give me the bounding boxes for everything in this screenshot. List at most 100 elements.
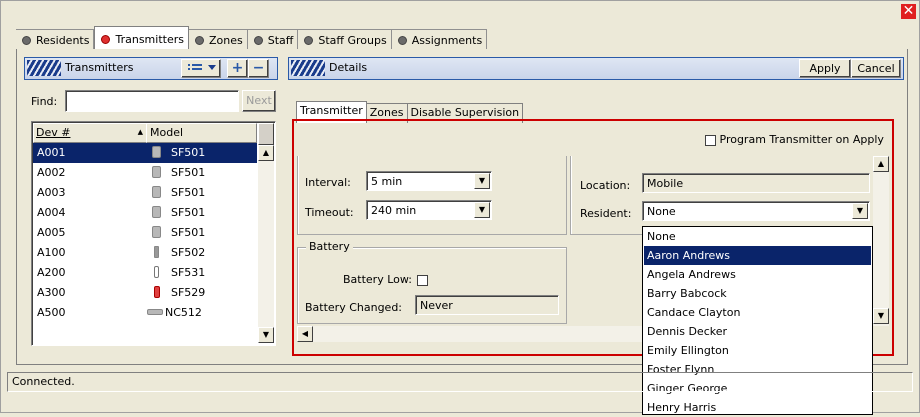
column-header-dev[interactable]: Dev # ▲ xyxy=(33,123,147,143)
pull-cord-icon xyxy=(154,266,159,278)
view-options-button[interactable] xyxy=(181,59,221,78)
remove-transmitter-button[interactable]: − xyxy=(248,59,269,78)
dev-cell: A300 xyxy=(37,286,66,299)
scroll-up-button[interactable]: ▲ xyxy=(873,156,889,172)
model-cell: SF501 xyxy=(171,166,206,179)
dropdown-option[interactable]: None xyxy=(644,227,871,246)
dropdown-option[interactable]: Barry Babcock xyxy=(644,284,871,303)
main-tabs: Residents Transmitters Zones Staff Staff… xyxy=(16,26,488,51)
battery-group-title: Battery xyxy=(306,240,353,253)
resident-select[interactable]: None ▼ xyxy=(642,201,870,221)
header-stripes-icon xyxy=(27,60,61,76)
checkbox-label: Program Transmitter on Apply xyxy=(719,133,884,146)
battery-low-checkbox[interactable] xyxy=(417,273,428,286)
table-row[interactable]: A100 SF502 xyxy=(33,243,257,263)
battery-changed-field: Never xyxy=(415,295,559,315)
dev-cell: A001 xyxy=(37,146,66,159)
chevron-down-icon[interactable]: ▼ xyxy=(474,202,490,218)
resident-label: Resident: xyxy=(580,207,632,220)
table-row[interactable]: A002 SF501 xyxy=(33,163,257,183)
details-vscroll[interactable]: ▲ ▼ xyxy=(873,156,889,326)
dropdown-option[interactable]: Angela Andrews xyxy=(644,265,871,284)
panic-button-icon xyxy=(154,286,160,298)
dropdown-option[interactable]: Emily Ellington xyxy=(644,341,871,360)
close-icon[interactable]: ✕ xyxy=(901,4,916,19)
table-row[interactable]: A004 SF501 xyxy=(33,203,257,223)
apply-button[interactable]: Apply xyxy=(799,59,851,78)
dev-cell: A500 xyxy=(37,306,66,319)
pendant-icon xyxy=(152,186,161,198)
details-panel-header: Details Apply Cancel xyxy=(288,57,904,80)
dropdown-option[interactable]: Dennis Decker xyxy=(644,322,871,341)
column-header-model[interactable]: Model xyxy=(146,123,257,143)
tab-assignments[interactable]: Assignments xyxy=(391,29,488,51)
scroll-left-button[interactable]: ◀ xyxy=(297,326,313,342)
tab-dot-icon xyxy=(253,36,263,45)
scroll-up-button[interactable]: ▲ xyxy=(258,145,274,161)
table-row[interactable]: A001 SF501 xyxy=(33,143,257,163)
pendant-icon xyxy=(152,226,161,238)
checkbox-icon xyxy=(417,274,428,286)
model-cell: SF501 xyxy=(171,226,206,239)
chevron-down-icon[interactable]: ▼ xyxy=(474,173,490,189)
panel-title: Transmitters xyxy=(65,61,134,74)
model-cell: SF529 xyxy=(171,286,206,299)
transmitter-list[interactable]: Dev # ▲ Model A001 SF501 A002 SF501 A003 SF5… xyxy=(31,121,276,346)
dropdown-option[interactable]: Candace Clayton xyxy=(644,303,871,322)
list-scrollbar[interactable]: ▲ ▼ xyxy=(258,123,274,343)
status-text: Connected. xyxy=(12,375,75,388)
table-row[interactable]: A500 NC512 xyxy=(33,303,257,323)
table-row[interactable]: A300 SF529 xyxy=(33,283,257,303)
tab-label: Staff xyxy=(267,34,294,47)
timing-group xyxy=(297,156,567,235)
table-row[interactable]: A005 SF501 xyxy=(33,223,257,243)
tab-zones[interactable]: Zones xyxy=(188,29,248,51)
tab-dot-icon xyxy=(194,36,204,45)
tab-label: Transmitters xyxy=(115,32,184,46)
timeout-value: 240 min xyxy=(371,204,417,217)
location-group xyxy=(570,156,875,235)
model-cell: NC512 xyxy=(165,306,202,319)
checkbox-icon xyxy=(705,134,716,146)
column-header-label: Model xyxy=(150,126,184,139)
scroll-thumb[interactable] xyxy=(258,123,274,145)
column-header-label: Dev # xyxy=(36,126,71,139)
location-field: Mobile xyxy=(642,173,870,193)
table-row[interactable]: A003 SF501 xyxy=(33,183,257,203)
table-row[interactable]: A200 SF531 xyxy=(33,263,257,283)
dev-cell: A200 xyxy=(37,266,66,279)
tab-transmitters[interactable]: Transmitters xyxy=(94,26,189,51)
pendant-icon xyxy=(152,166,161,178)
tab-dot-icon xyxy=(22,36,31,45)
cancel-button[interactable]: Cancel xyxy=(851,59,901,78)
tab-label: Staff Groups xyxy=(318,34,387,47)
panel-title: Details xyxy=(329,61,368,74)
dev-cell: A005 xyxy=(37,226,66,239)
model-cell: SF501 xyxy=(171,146,206,159)
interval-select[interactable]: 5 min ▼ xyxy=(366,171,492,191)
status-bar: Connected. xyxy=(7,372,913,392)
tab-staff[interactable]: Staff xyxy=(247,29,299,51)
add-transmitter-button[interactable]: + xyxy=(227,59,248,78)
model-cell: SF502 xyxy=(171,246,206,259)
scroll-down-button[interactable]: ▼ xyxy=(873,308,889,324)
interval-label: Interval: xyxy=(305,176,351,189)
scroll-down-button[interactable]: ▼ xyxy=(258,327,274,343)
battery-low-label: Battery Low: xyxy=(343,273,412,286)
dev-cell: A100 xyxy=(37,246,66,259)
program-on-apply-checkbox[interactable]: Program Transmitter on Apply xyxy=(705,133,884,146)
next-button[interactable]: Next xyxy=(242,90,276,112)
tab-label: Residents xyxy=(36,34,90,47)
timeout-select[interactable]: 240 min ▼ xyxy=(366,200,492,220)
tab-residents[interactable]: Residents xyxy=(16,29,95,51)
tab-staff-groups[interactable]: Staff Groups xyxy=(298,29,392,51)
model-cell: SF501 xyxy=(171,186,206,199)
dropdown-option[interactable]: Henry Harris xyxy=(644,398,871,417)
chevron-down-icon[interactable]: ▼ xyxy=(852,203,868,219)
receiver-icon xyxy=(147,309,163,315)
find-input[interactable] xyxy=(65,90,239,112)
tab-dot-icon xyxy=(397,36,407,45)
timeout-label: Timeout: xyxy=(305,206,354,219)
dropdown-option[interactable]: Aaron Andrews xyxy=(644,246,871,265)
dev-cell: A002 xyxy=(37,166,66,179)
